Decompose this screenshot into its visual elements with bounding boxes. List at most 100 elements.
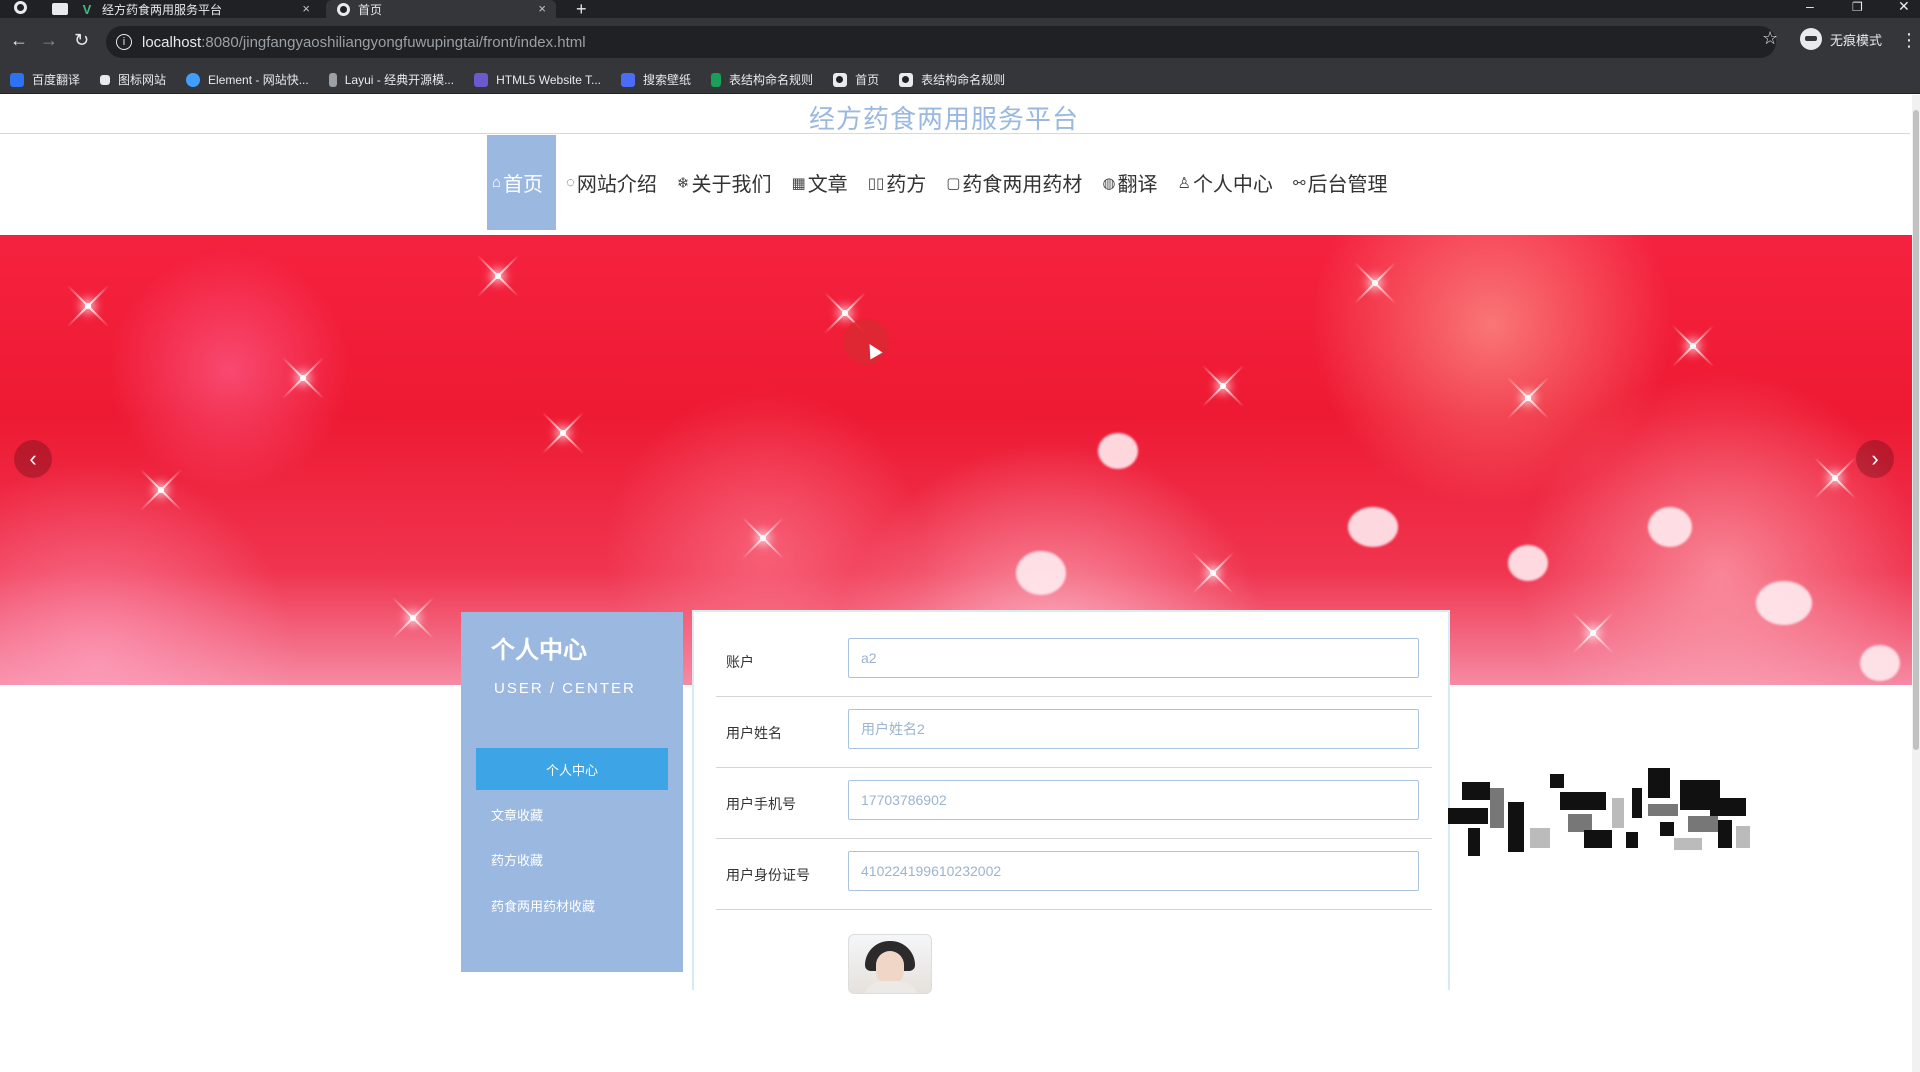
link-icon: ⚯ [1292,174,1306,192]
flag-icon [100,74,111,85]
bookmark-label: 百度翻译 [32,73,81,87]
scrollbar-thumb[interactable] [1913,110,1919,750]
globe-icon [336,2,350,16]
tab-search-icon[interactable] [52,3,68,15]
window-restore-button[interactable]: ❐ [1852,0,1863,14]
nav-item-herbs[interactable]: ▢ 药食两用药材 [936,135,1092,230]
sheet-icon [711,72,722,87]
bookmarks-bar: 百度翻译 图标网站 Element - 网站快... Layui - 经典开源模… [0,66,1920,94]
wallpaper-logo-icon [621,72,636,87]
window-close-button[interactable]: ✕ [1898,0,1910,15]
tab-close-icon[interactable]: × [302,1,310,16]
back-button[interactable]: ← [10,31,28,49]
page-content: 经方药食两用服务平台 ⌂ 首页 ◌ 网站介绍 ❄ 关于我们 ▦ 文章 ▯▯ 药方 ▢ 药食两… [0,95,1920,1072]
sparkle-decoration [560,430,566,436]
bookmark-item[interactable]: 首页 [833,71,879,88]
id-card-label: 用户身份证号 [726,867,810,883]
site-info-icon[interactable]: i [116,34,132,50]
site-title: 经方药食两用服务平台 [808,104,1079,134]
incognito-icon [1800,28,1822,50]
forward-button[interactable]: → [40,31,58,49]
nav-label: 药方 [886,174,927,196]
name-input[interactable] [848,709,1419,749]
bookmark-label: 搜索壁纸 [643,73,692,87]
sparkle-decoration [85,303,91,309]
bookmark-label: Element - 网站快... [208,73,309,87]
bookmark-item[interactable]: 表结构命名规则 [711,71,813,88]
sparkle-decoration [1690,343,1696,349]
sidebar-item-prescription-favorites[interactable]: 药方收藏 [476,838,668,880]
sparkle-decoration [495,273,501,279]
sidebar-subtitle: USER / CENTER [494,680,636,697]
reload-button[interactable]: ↻ [74,31,89,49]
bookmark-item[interactable]: Element - 网站快... [186,71,309,88]
form-row-phone: 用户手机号 [716,768,1432,839]
bokeh-decoration [1348,507,1398,547]
bokeh-decoration [1508,545,1548,581]
bokeh-decoration [1756,581,1812,625]
window-minimize-button[interactable]: – [1806,0,1814,14]
element-logo-icon [186,72,201,87]
globe-icon [899,72,914,87]
avatar-face [876,951,904,985]
phone-input[interactable] [848,780,1419,820]
bookmark-favicon-icon [10,72,24,87]
carousel-next-button[interactable]: › [1856,440,1894,478]
browser-menu-icon[interactable] [14,1,27,19]
nav-item-about[interactable]: ❄ 关于我们 [667,135,782,230]
layui-logo-icon [328,72,337,87]
tab-home[interactable]: 首页 × [326,0,556,18]
bookmark-item[interactable]: 表结构命名规则 [899,71,1005,88]
bookmark-item[interactable]: HTML5 Website T... [474,72,601,87]
tab-platform[interactable]: V 经方药食两用服务平台 × [80,0,320,18]
carousel-prev-button[interactable]: ‹ [14,440,52,478]
tab-close-icon[interactable]: × [538,1,546,16]
sparkle-decoration [1372,280,1378,286]
nav-label: 翻译 [1117,174,1158,196]
incognito-profile[interactable]: 无痕模式 [1800,28,1882,50]
nav-item-intro[interactable]: ◌ 网站介绍 [556,135,667,230]
browser-menu-icon[interactable]: ⋮ [1900,30,1918,51]
bookmark-star-icon[interactable]: ☆ [1762,28,1778,49]
bookmark-item[interactable]: 搜索壁纸 [621,71,691,88]
nav-item-user-center[interactable]: ♙ 个人中心 [1167,135,1282,230]
address-bar[interactable]: i localhost:8080/jingfangyaoshiliangyong… [106,26,1776,58]
nav-label: 药食两用药材 [962,174,1083,196]
title-divider [0,133,1910,134]
dashboard-icon: ◌ [566,174,575,191]
bookmark-label: Layui - 经典开源模... [344,73,455,87]
sidebar-item-herb-favorites[interactable]: 药食两用药材收藏 [476,884,668,926]
nav-item-home[interactable]: ⌂ 首页 [487,135,556,230]
bookmark-item[interactable]: 百度翻译 [10,71,80,88]
id-card-input[interactable] [848,851,1419,891]
nav-item-articles[interactable]: ▦ 文章 [782,135,858,230]
new-tab-button[interactable]: + [576,0,587,20]
account-label: 账户 [726,654,754,670]
sidebar-item-user-center[interactable]: 个人中心 [476,748,668,790]
sparkle-decoration [1525,395,1531,401]
nav-item-admin[interactable]: ⚯ 后台管理 [1283,135,1398,230]
sparkle-decoration [760,535,766,541]
nav-item-prescriptions[interactable]: ▯▯ 药方 [858,135,937,230]
user-avatar-image[interactable] [848,934,932,994]
form-row-id-card: 用户身份证号 [716,839,1432,910]
sparkle-decoration [410,615,416,621]
nav-item-translate[interactable]: ◍ 翻译 [1092,135,1167,230]
bookmark-label: 表结构命名规则 [921,73,1006,87]
html5-logo-icon [474,72,489,87]
account-input[interactable] [848,638,1419,678]
url-text[interactable]: localhost:8080/jingfangyaoshiliangyongfu… [142,34,586,51]
bookmark-item[interactable]: Layui - 经典开源模... [328,71,455,88]
main-nav: ⌂ 首页 ◌ 网站介绍 ❄ 关于我们 ▦ 文章 ▯▯ 药方 ▢ 药食两用药材 ◍ 翻译 ♙ 个人… [487,135,1398,230]
browser-tab-bar: V 经方药食两用服务平台 × 首页 × + – ❐ ✕ [0,0,1920,20]
sparkle-decoration [158,487,164,493]
page-scrollbar[interactable] [1912,95,1920,1072]
book-icon: ▯▯ [867,174,885,192]
sidebar-item-article-favorites[interactable]: 文章收藏 [476,793,668,835]
avatar-body [863,981,919,993]
name-label: 用户姓名 [726,725,782,741]
user-center-sidebar: 个人中心 USER / CENTER 个人中心 文章收藏 药方收藏 药食两用药材… [461,612,683,972]
phone-label: 用户手机号 [726,796,796,812]
bookmark-item[interactable]: 图标网站 [100,71,166,88]
nav-label: 网站介绍 [576,174,657,196]
